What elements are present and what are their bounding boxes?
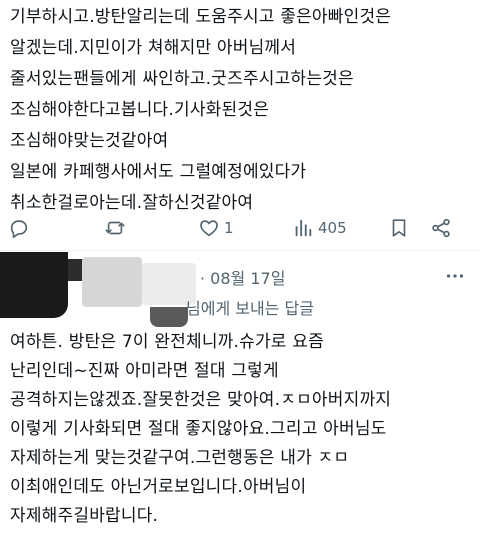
post-actions: 1 405: [0, 212, 480, 244]
reply-text: 여하튼. 방탄은 7이 완전체니까.슈가로 요즘 난리인데~진짜 아미라면 절대…: [10, 328, 475, 531]
reply-button[interactable]: [8, 212, 30, 244]
post-line: 조심해야한다고봅니다.기사화된것은: [10, 100, 270, 120]
redacted-username: [82, 257, 142, 307]
post-line: 일본에 카페행사에서도 그럴예정에있다가: [10, 162, 307, 182]
reply-line: 공격하지는않겠죠.잘못한것은 맞아여.ㅈㅁ아버지까지: [10, 390, 392, 410]
heart-icon: [200, 220, 218, 237]
views-button[interactable]: 405: [292, 212, 347, 244]
like-button[interactable]: 1: [198, 212, 234, 244]
reply-to-label: 님에게 보내는 답글: [186, 299, 314, 318]
reply-icon: [10, 220, 28, 238]
post-line: 알겠는데.지민이가 쳐해지만 아버님께서: [10, 38, 297, 58]
post-line: 조심해야맞는것같아여: [10, 131, 169, 151]
retweet-button[interactable]: [104, 212, 126, 244]
bookmark-icon: [392, 219, 406, 237]
bookmark-button[interactable]: [388, 212, 410, 244]
reply-line: 여하튼. 방탄은 7이 완전체니까.슈가로 요즘: [10, 332, 324, 352]
reply-date[interactable]: · 08월 17일: [200, 265, 285, 289]
views-count: 405: [318, 219, 347, 237]
more-icon[interactable]: [444, 265, 466, 287]
avatar[interactable]: [0, 252, 68, 318]
reply-header: · 08월 17일 님에게 보내는 답글: [0, 251, 480, 327]
share-button[interactable]: [430, 212, 452, 244]
share-icon: [432, 218, 450, 238]
reply-line: 난리인데~진짜 아미라면 절대 그렇게: [10, 361, 279, 381]
reply-line: 자제해주길바랍니다.: [10, 506, 159, 526]
redacted-username: [150, 307, 188, 327]
retweet-icon: [105, 221, 125, 235]
like-count: 1: [224, 219, 234, 237]
reply-line: 이최애인데도 아닌거로보입니다.아버님이: [10, 477, 307, 497]
reply-line: 자제하는게 맞는것같구여.그런행동은 내가 ㅈㅁ: [10, 448, 350, 468]
post-line: 기부하시고.방탄알리는데 도움주시고 좋은아빠인것은: [10, 7, 392, 27]
post-text: 기부하시고.방탄알리는데 도움주시고 좋은아빠인것은 알겠는데.지민이가 쳐해지…: [10, 2, 475, 219]
reply-line: 이렇게 기사화되면 절대 좋지않아요.그리고 아버님도: [10, 419, 387, 439]
views-icon: [295, 219, 312, 237]
post-line: 줄서있는팬들에게 싸인하고.굿즈주시고하는것은: [10, 69, 354, 89]
